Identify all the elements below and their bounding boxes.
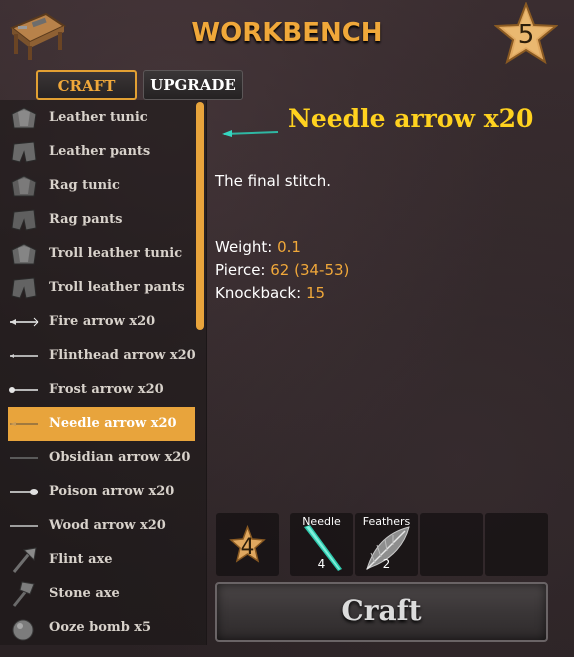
recipe-label: Ooze bomb x5 bbox=[49, 620, 152, 635]
craft-button[interactable]: Craft bbox=[215, 582, 548, 642]
stat-knockback: Knockback: 15 bbox=[215, 284, 325, 302]
needle-arrow-icon bbox=[222, 130, 279, 137]
arrow-icon bbox=[9, 387, 38, 393]
arrow-icon bbox=[10, 489, 38, 495]
recipe-flinthead-arrow[interactable]: Flinthead arrow x20 bbox=[8, 339, 196, 373]
recipe-wood-arrow[interactable]: Wood arrow x20 bbox=[8, 509, 195, 543]
stat-label: Knockback: bbox=[215, 284, 302, 302]
arrow-icon bbox=[10, 457, 38, 459]
station-title: WORKBENCH bbox=[191, 18, 383, 48]
pants-icon bbox=[11, 141, 37, 163]
pants-icon bbox=[11, 277, 37, 299]
recipe-label: Poison arrow x20 bbox=[49, 484, 175, 499]
arrow-icon bbox=[10, 525, 38, 527]
recipe-flint-axe[interactable]: Flint axe bbox=[8, 543, 195, 577]
pants-icon bbox=[11, 209, 37, 231]
recipe-stone-axe[interactable]: Stone axe bbox=[8, 577, 195, 611]
recipe-frost-arrow[interactable]: Frost arrow x20 bbox=[8, 373, 195, 407]
recipe-label: Troll leather tunic bbox=[49, 246, 183, 261]
required-level-value: 4 bbox=[240, 535, 255, 560]
recipe-label: Flint axe bbox=[49, 552, 113, 567]
station-level-value: 5 bbox=[517, 20, 535, 50]
stat-value: 62 (34-53) bbox=[270, 261, 350, 279]
station-level-badge: 5 bbox=[494, 2, 558, 66]
requirement-amount: 4 bbox=[317, 557, 326, 571]
stat-label: Pierce: bbox=[215, 261, 266, 279]
tunic-icon bbox=[11, 107, 37, 129]
recipe-label: Stone axe bbox=[49, 586, 120, 601]
recipe-label: Rag tunic bbox=[49, 178, 120, 193]
requirement-needle[interactable]: Needle 4 bbox=[290, 513, 353, 576]
requirement-name: Needle bbox=[302, 515, 341, 528]
recipe-rag-pants[interactable]: Rag pants bbox=[8, 203, 195, 237]
axe-icon bbox=[12, 581, 35, 607]
recipe-troll-leather-tunic[interactable]: Troll leather tunic bbox=[8, 237, 195, 271]
recipe-troll-leather-pants[interactable]: Troll leather pants bbox=[8, 271, 195, 305]
tunic-icon bbox=[11, 243, 37, 265]
recipe-needle-arrow[interactable]: Needle arrow x20 bbox=[8, 407, 195, 441]
tunic-icon bbox=[11, 175, 37, 197]
recipe-label: Fire arrow x20 bbox=[49, 314, 156, 329]
arrow-icon bbox=[10, 317, 39, 327]
recipe-obsidian-arrow[interactable]: Obsidian arrow x20 bbox=[8, 441, 195, 475]
tab-craft[interactable]: CRAFT bbox=[36, 70, 137, 100]
craft-button-label: Craft bbox=[341, 594, 422, 627]
recipe-fire-arrow[interactable]: Fire arrow x20 bbox=[8, 305, 195, 339]
recipe-label: Leather pants bbox=[49, 144, 151, 159]
recipe-rag-tunic[interactable]: Rag tunic bbox=[8, 169, 195, 203]
crafting-panel: WORKBENCH 5 CRAFT UPGRADE Leather tunic … bbox=[0, 0, 574, 657]
stat-weight: Weight: 0.1 bbox=[215, 238, 301, 256]
recipe-poison-arrow[interactable]: Poison arrow x20 bbox=[8, 475, 195, 509]
recipe-label: Flinthead arrow x20 bbox=[49, 348, 196, 363]
recipe-leather-tunic[interactable]: Leather tunic bbox=[8, 101, 195, 135]
requirement-amount: 2 bbox=[382, 557, 391, 571]
item-description: The final stitch. bbox=[215, 172, 332, 190]
requirement-feathers[interactable]: Feathers 2 bbox=[355, 513, 418, 576]
requirement-slot-empty bbox=[420, 513, 483, 576]
recipe-label: Needle arrow x20 bbox=[49, 416, 177, 431]
recipe-leather-pants[interactable]: Leather pants bbox=[8, 135, 195, 169]
arrow-icon bbox=[10, 422, 38, 426]
recipe-label: Troll leather pants bbox=[49, 280, 185, 295]
recipe-label: Leather tunic bbox=[49, 110, 148, 125]
stat-value: 0.1 bbox=[277, 238, 301, 256]
recipe-label: Rag pants bbox=[49, 212, 123, 227]
item-name: Needle arrow x20 bbox=[288, 104, 534, 133]
axe-icon bbox=[12, 547, 37, 573]
required-level-slot: 4 bbox=[216, 513, 279, 576]
stat-pierce: Pierce: 62 (34-53) bbox=[215, 261, 349, 279]
requirement-name: Feathers bbox=[362, 515, 411, 528]
stat-value: 15 bbox=[305, 284, 326, 302]
recipe-list-scrollbar[interactable] bbox=[196, 102, 204, 330]
requirement-slot-empty bbox=[485, 513, 548, 576]
recipe-label: Obsidian arrow x20 bbox=[49, 450, 191, 465]
recipe-ooze-bomb[interactable]: Ooze bomb x5 bbox=[8, 611, 195, 645]
bomb-icon bbox=[12, 619, 34, 641]
recipe-label: Frost arrow x20 bbox=[49, 382, 164, 397]
tab-upgrade[interactable]: UPGRADE bbox=[143, 70, 243, 100]
stat-label: Weight: bbox=[215, 238, 273, 256]
arrow-icon bbox=[10, 354, 38, 358]
recipe-label: Wood arrow x20 bbox=[49, 518, 166, 533]
